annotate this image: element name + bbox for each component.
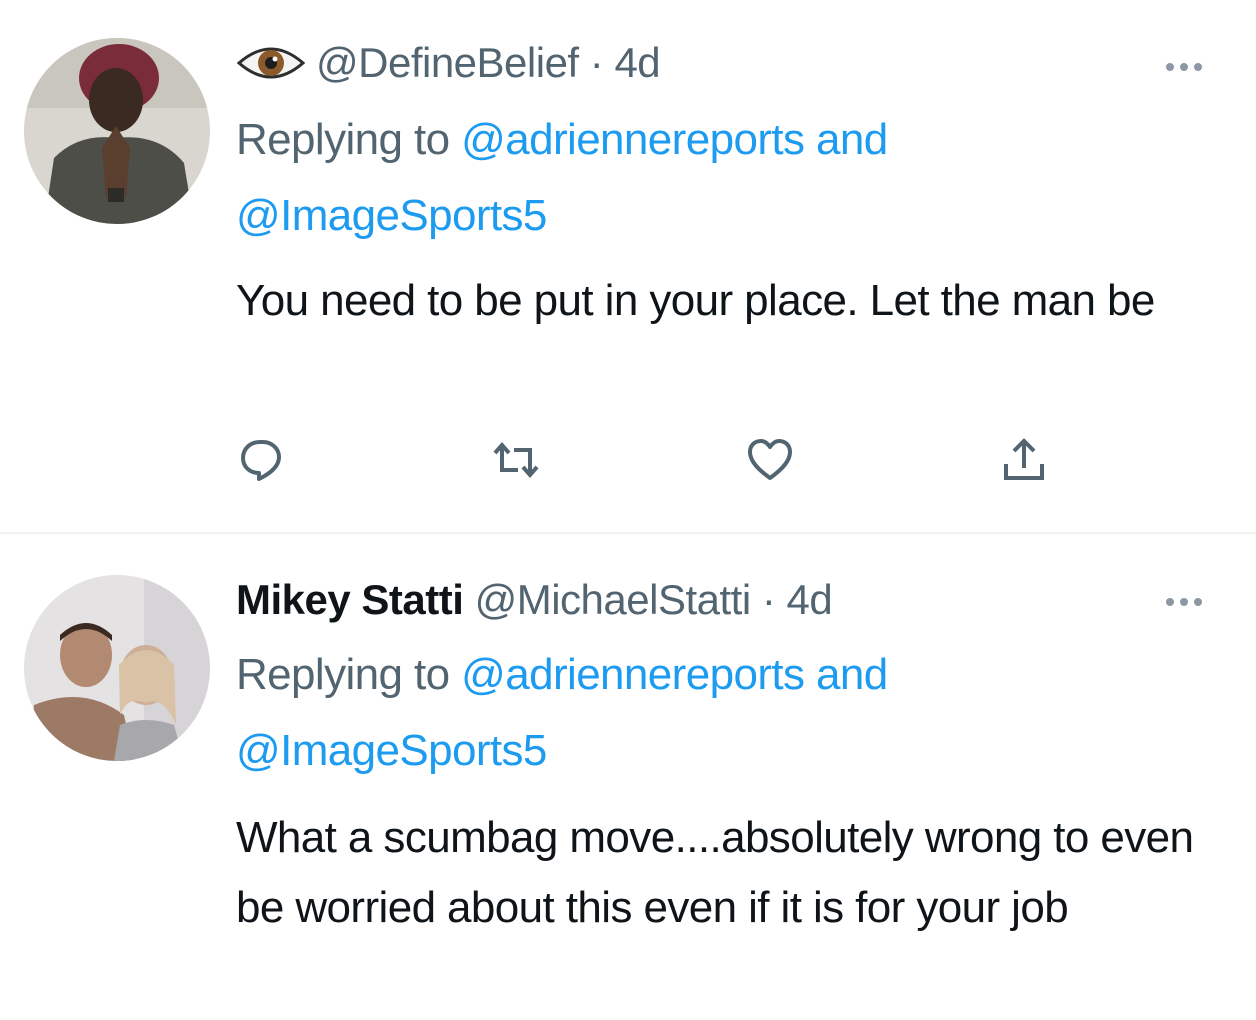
tweet-header: @DefineBelief · 4d [236, 38, 661, 88]
like-icon [748, 439, 792, 480]
tweet[interactable]: @DefineBelief · 4d Replying to @adrienne… [0, 0, 1256, 533]
replying-prefix: Replying to [236, 650, 462, 699]
replying-to: Replying to @adriennereports and @ImageSp… [236, 637, 1136, 789]
like-button[interactable] [740, 430, 800, 490]
mention-link[interactable]: @adriennereports [461, 650, 805, 699]
tweet-header: Mikey Statti @MichaelStatti · 4d [236, 575, 833, 625]
reply-icon [241, 440, 281, 481]
tweet[interactable]: Mikey Statti @MichaelStatti · 4d Replyin… [0, 535, 1256, 1020]
mention-joiner: and [804, 115, 888, 164]
more-options-icon[interactable] [1166, 58, 1216, 72]
retweet-icon [493, 441, 539, 479]
mention-link[interactable]: @ImageSports5 [236, 726, 547, 775]
timestamp[interactable]: 4d [614, 39, 660, 86]
display-name[interactable]: Mikey Statti [236, 576, 464, 623]
tweet-content: Mikey Statti @MichaelStatti · 4d Replyin… [236, 535, 1216, 1020]
tweet-text: What a scumbag move....absolutely wrong … [236, 813, 1194, 932]
more-options-icon[interactable] [1166, 593, 1216, 607]
eye-icon [236, 47, 306, 79]
user-handle[interactable]: @MichaelStatti [475, 576, 752, 623]
tweet-actions [236, 430, 1216, 490]
retweet-button[interactable] [486, 430, 546, 490]
user-handle[interactable]: @DefineBelief [316, 39, 579, 86]
tweet-text: You need to be put in your place. Let th… [236, 276, 1155, 325]
mention-link[interactable]: @ImageSports5 [236, 191, 547, 240]
timestamp[interactable]: 4d [786, 576, 832, 623]
reply-button[interactable] [232, 430, 292, 490]
share-button[interactable] [994, 430, 1054, 490]
reply-feed: @DefineBelief · 4d Replying to @adrienne… [0, 0, 1256, 1020]
mention-joiner: and [804, 650, 888, 699]
replying-prefix: Replying to [236, 115, 462, 164]
avatar-image [24, 38, 210, 224]
avatar-image [24, 575, 210, 761]
tweet-content: @DefineBelief · 4d Replying to @adrienne… [236, 0, 1216, 533]
divider [0, 532, 1256, 534]
replying-to: Replying to @adriennereports and @ImageSp… [236, 102, 1136, 254]
mention-link[interactable]: @adriennereports [461, 115, 805, 164]
separator-dot: · [750, 576, 787, 623]
avatar[interactable] [24, 575, 210, 761]
separator-dot: · [578, 39, 615, 86]
share-icon [1004, 438, 1044, 480]
avatar[interactable] [24, 38, 210, 224]
